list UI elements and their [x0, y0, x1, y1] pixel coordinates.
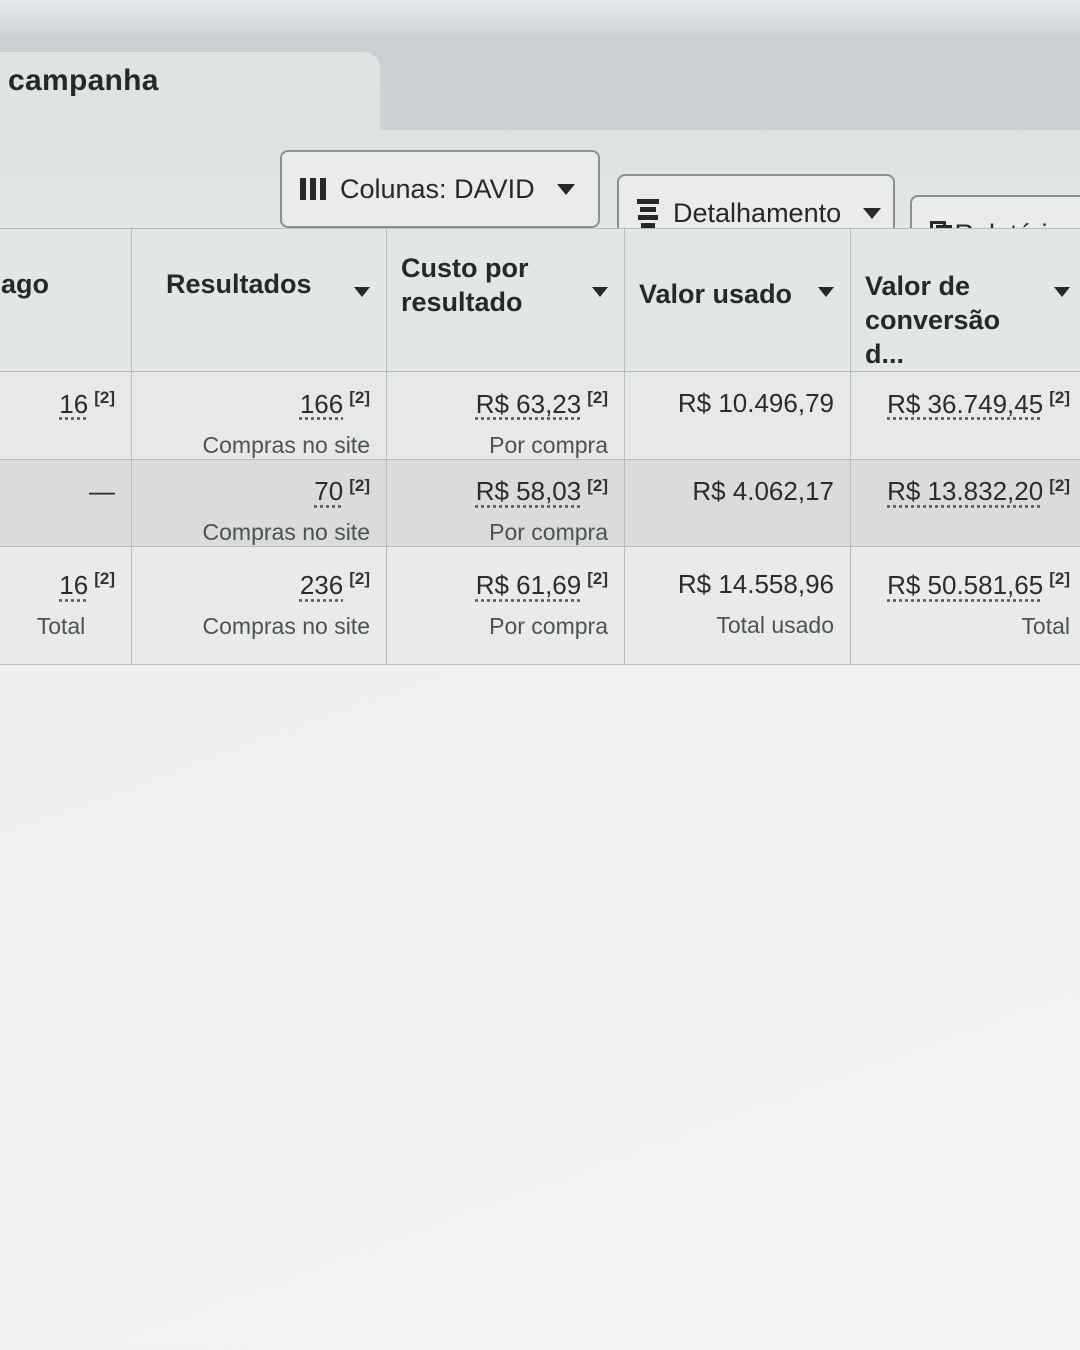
cell-cost-per-result: R$ 63,23 [2] Por compra [386, 371, 625, 460]
sort-caret-icon[interactable] [818, 287, 834, 297]
chevron-down-icon [556, 183, 575, 195]
table-row[interactable]: — 70 [2] Compras no site R$ 58,03 [2] Por co… [0, 458, 1080, 548]
total-conversion-value: R$ 50.581,65 [2] Total [850, 546, 1080, 666]
cell-cost-per-result: R$ 58,03 [2] Por compra [386, 458, 625, 548]
total-paid: 16 [2] Total [0, 546, 132, 666]
columns-icon [300, 178, 326, 200]
table-total-row: 16 [2] Total 236 [2] Compras no site R$ 61,6… [0, 546, 1080, 666]
cell-conversion-value: R$ 13.832,20 [2] [850, 458, 1080, 548]
sort-caret-icon[interactable] [592, 287, 608, 297]
cell-paid: — [0, 458, 132, 548]
total-results: 236 [2] Compras no site [131, 546, 387, 666]
sort-caret-icon[interactable] [1054, 287, 1070, 297]
table-header-row: ago Resultados Custo por resultado Valor… [0, 228, 1080, 372]
columns-button[interactable]: Colunas: DAVID [280, 150, 600, 228]
breakdown-icon [637, 198, 659, 228]
total-cost-per-result: R$ 61,69 [2] Por compra [386, 546, 625, 666]
total-amount-spent: R$ 14.558,96 Total usado [624, 546, 851, 666]
cell-paid: 16 [2] [0, 371, 132, 460]
breakdown-button-label: Detalhamento [673, 197, 842, 228]
table-row[interactable]: 16 [2] 166 [2] Compras no site R$ 63,23 [2] P… [0, 371, 1080, 460]
cell-results: 166 [2] Compras no site [131, 371, 387, 460]
sort-caret-icon[interactable] [354, 287, 370, 297]
column-header-amount-spent[interactable]: Valor usado [624, 228, 851, 372]
column-header-paid[interactable]: ago [0, 228, 132, 372]
top-bar-edge [0, 0, 1080, 40]
column-header-conversion-value[interactable]: Valor de conversão d... [850, 228, 1080, 372]
cell-conversion-value: R$ 36.749,45 [2] [850, 371, 1080, 460]
results-table: ago Resultados Custo por resultado Valor… [0, 228, 1080, 666]
columns-button-label: Colunas: DAVID [340, 173, 535, 204]
campaign-tab-label: campanha [8, 64, 159, 97]
cell-amount-spent: R$ 10.496,79 [624, 371, 851, 460]
chevron-down-icon [863, 207, 882, 219]
cell-results: 70 [2] Compras no site [131, 458, 387, 548]
column-header-results[interactable]: Resultados [131, 228, 387, 372]
cell-amount-spent: R$ 4.062,17 [624, 458, 851, 548]
column-header-cost-per-result[interactable]: Custo por resultado [386, 228, 625, 372]
